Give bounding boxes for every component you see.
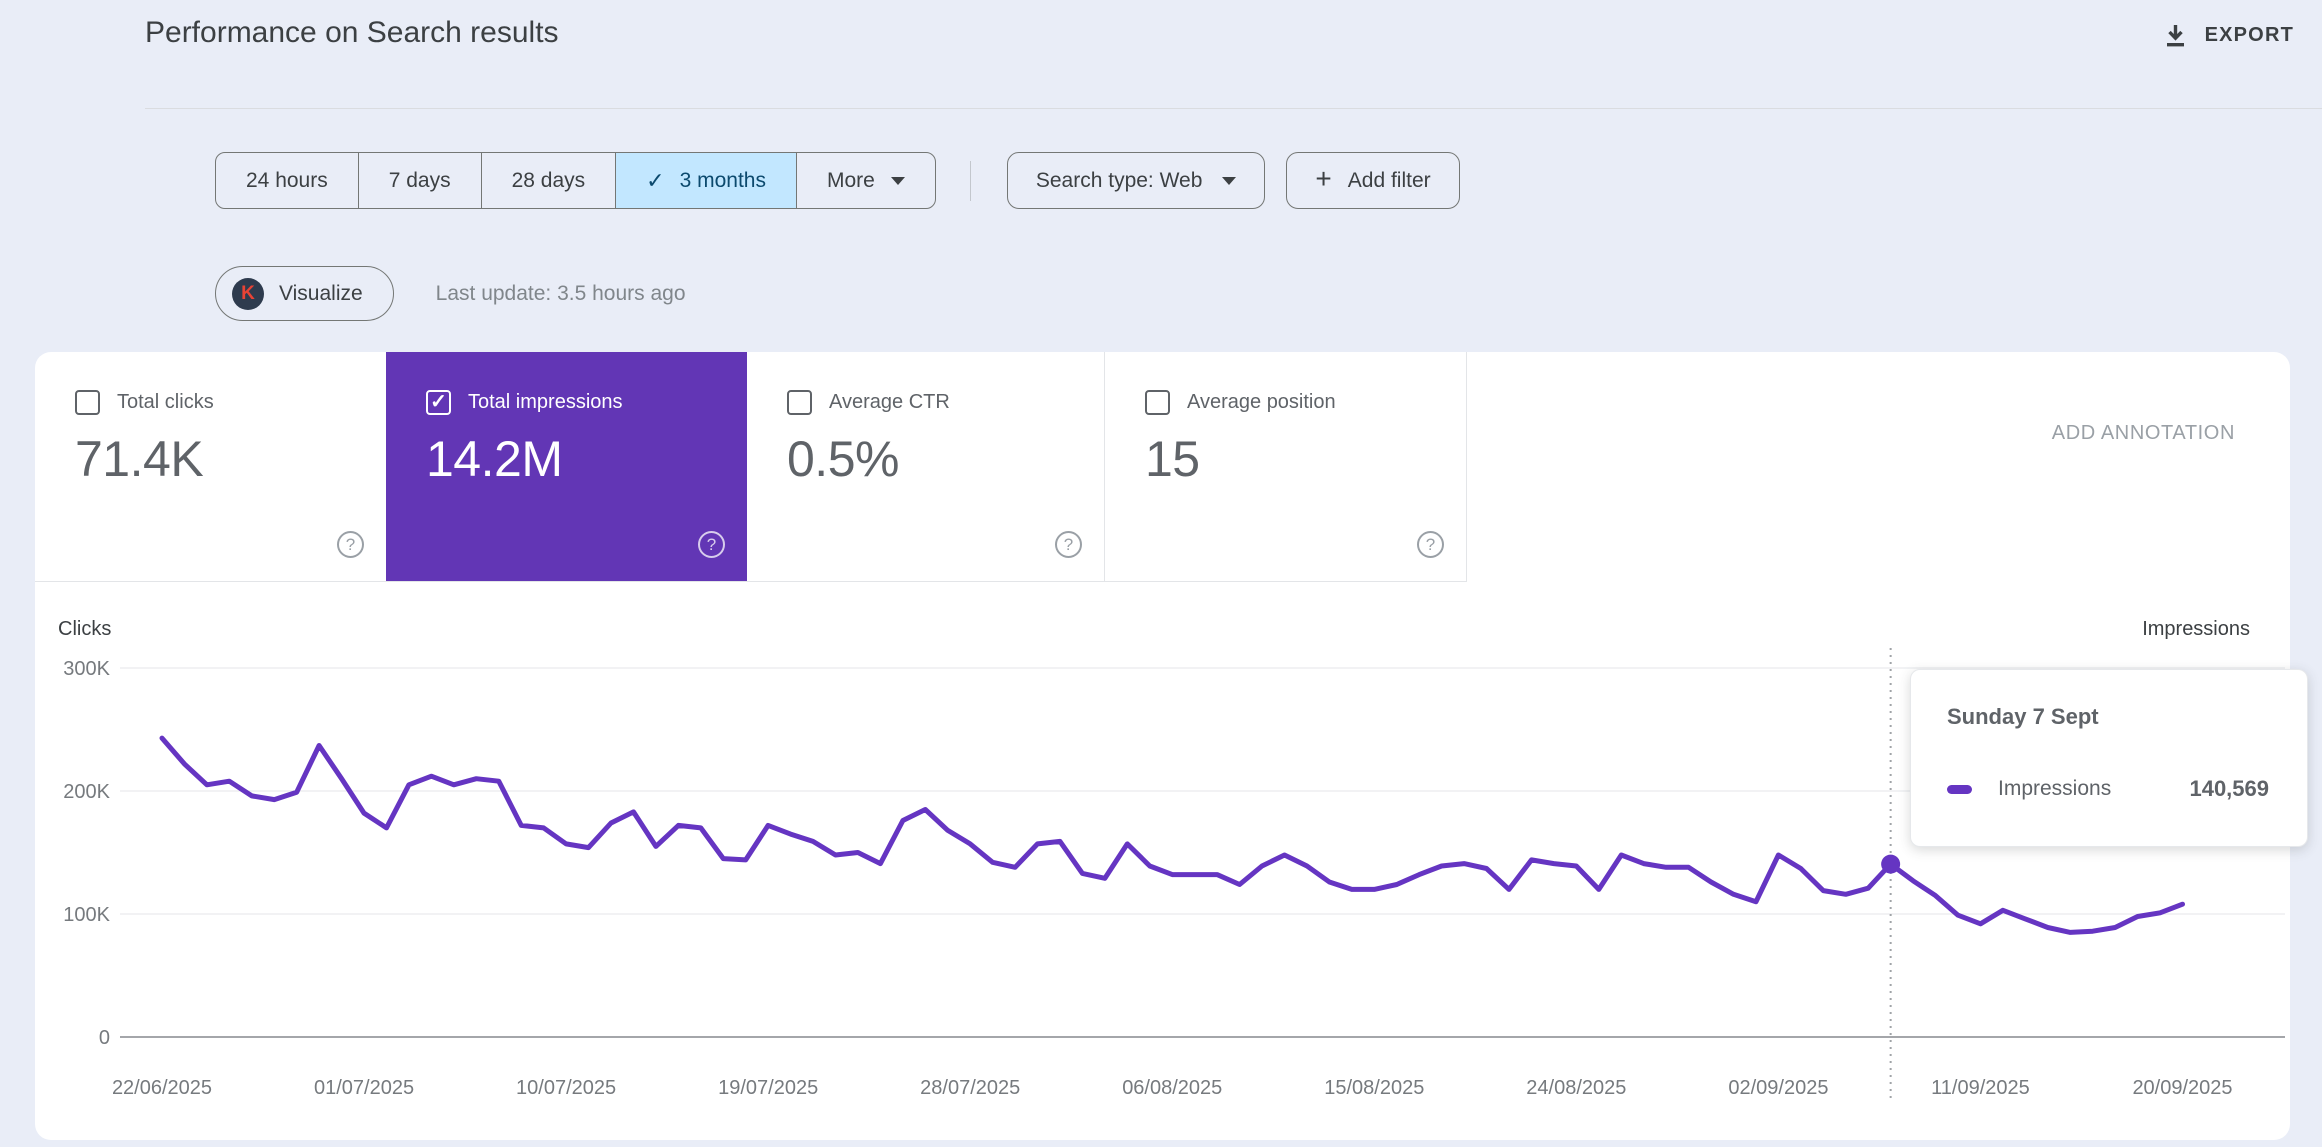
svg-text:22/06/2025: 22/06/2025 <box>112 1077 212 1099</box>
page-title: Performance on Search results <box>145 16 559 49</box>
average-ctr-checkbox[interactable] <box>787 390 812 415</box>
svg-text:100K: 100K <box>63 904 110 926</box>
chart-tooltip: Sunday 7 Sept Impressions 140,569 <box>1910 669 2308 847</box>
metric-card-total-impressions[interactable]: ✓ Total impressions 14.2M ? <box>386 352 747 582</box>
filter-row: 24 hours 7 days 28 days ✓ 3 months More … <box>215 152 1460 209</box>
download-icon <box>2162 22 2189 49</box>
svg-text:02/09/2025: 02/09/2025 <box>1728 1077 1828 1099</box>
hover-data-point <box>1881 854 1901 874</box>
range-more-dropdown[interactable]: More <box>796 153 935 208</box>
metric-card-average-position[interactable]: Average position 15 ? <box>1105 352 1467 582</box>
filter-divider <box>969 160 971 201</box>
y-axis-labels: 300K 200K 100K 0 <box>63 658 110 1049</box>
tooltip-value: 140,569 <box>2189 776 2269 801</box>
search-type-dropdown[interactable]: Search type: Web <box>1006 152 1266 209</box>
metric-card-average-ctr[interactable]: Average CTR 0.5% ? <box>747 352 1105 582</box>
metric-label: Total clicks <box>117 391 214 413</box>
performance-panel: Total clicks 71.4K ? ✓ Total impressions… <box>35 352 2308 1140</box>
chevron-down-icon <box>890 176 905 185</box>
metric-value: 15 <box>1145 431 1200 487</box>
header-divider <box>145 108 2322 109</box>
range-28-days[interactable]: 28 days <box>480 153 616 208</box>
svg-text:15/08/2025: 15/08/2025 <box>1324 1077 1424 1099</box>
range-3-months-label: 3 months <box>679 168 766 192</box>
metric-label: Average CTR <box>829 391 950 413</box>
export-button[interactable]: EXPORT <box>2162 22 2294 49</box>
svg-text:300K: 300K <box>63 658 110 680</box>
impressions-series-line <box>159 735 2185 935</box>
impressions-line-chart[interactable]: 300K 200K 100K 0 22/06/2025 01/07/2025 10/07/… <box>35 582 2290 1140</box>
check-icon: ✓ <box>646 167 665 193</box>
svg-text:0: 0 <box>99 1027 110 1049</box>
svg-text:06/08/2025: 06/08/2025 <box>1122 1077 1222 1099</box>
last-update-text: Last update: 3.5 hours ago <box>435 281 686 305</box>
add-filter-button[interactable]: + Add filter <box>1286 152 1460 209</box>
add-filter-label: Add filter <box>1347 168 1431 192</box>
chart-area: Clicks Impressions 300K 200K 100K 0 22/06/2… <box>35 582 2308 1140</box>
chevron-down-icon <box>1222 176 1237 185</box>
metric-value: 0.5% <box>787 431 899 487</box>
more-label: More <box>827 168 875 192</box>
total-clicks-checkbox[interactable] <box>75 390 100 415</box>
svg-text:01/07/2025: 01/07/2025 <box>314 1077 414 1099</box>
x-axis-labels: 22/06/2025 01/07/2025 10/07/2025 19/07/2025… <box>112 1077 2233 1099</box>
svg-text:11/09/2025: 11/09/2025 <box>1931 1077 2030 1099</box>
metric-cards-row: Total clicks 71.4K ? ✓ Total impressions… <box>35 352 2290 582</box>
help-icon[interactable]: ? <box>1417 531 1444 558</box>
series-marker-icon <box>1947 784 1972 794</box>
svg-text:19/07/2025: 19/07/2025 <box>718 1077 818 1099</box>
metric-label: Total impressions <box>468 391 623 413</box>
visualize-label: Visualize <box>279 281 363 305</box>
visualize-k-icon: K <box>232 277 264 310</box>
metric-card-total-clicks[interactable]: Total clicks 71.4K ? <box>35 352 386 582</box>
visualize-button[interactable]: K Visualize <box>215 266 394 321</box>
help-icon[interactable]: ? <box>698 531 725 558</box>
tooltip-date: Sunday 7 Sept <box>1947 704 2099 729</box>
search-type-label: Search type: Web <box>1035 168 1203 192</box>
add-annotation-button[interactable]: ADD ANNOTATION <box>2052 422 2235 445</box>
metric-value: 14.2M <box>426 431 563 487</box>
toolbar-row: K Visualize Last update: 3.5 hours ago <box>215 266 686 321</box>
range-3-months[interactable]: ✓ 3 months <box>615 153 796 208</box>
average-position-checkbox[interactable] <box>1145 390 1170 415</box>
tooltip-series-label: Impressions <box>1998 777 2112 800</box>
date-range-control: 24 hours 7 days 28 days ✓ 3 months More <box>215 152 936 209</box>
metric-label: Average position <box>1187 391 1336 413</box>
metric-value: 71.4K <box>75 431 204 487</box>
svg-text:24/08/2025: 24/08/2025 <box>1526 1077 1626 1099</box>
svg-text:200K: 200K <box>63 781 110 803</box>
range-7-days[interactable]: 7 days <box>357 153 481 208</box>
total-impressions-checkbox[interactable]: ✓ <box>426 390 451 415</box>
plus-icon: + <box>1315 163 1332 194</box>
svg-text:20/09/2025: 20/09/2025 <box>2132 1077 2232 1099</box>
range-24-hours[interactable]: 24 hours <box>216 153 358 208</box>
export-label: EXPORT <box>2204 24 2294 46</box>
help-icon[interactable]: ? <box>1055 531 1082 558</box>
help-icon[interactable]: ? <box>337 531 364 558</box>
svg-text:10/07/2025: 10/07/2025 <box>516 1077 616 1099</box>
svg-text:28/07/2025: 28/07/2025 <box>920 1077 1020 1099</box>
